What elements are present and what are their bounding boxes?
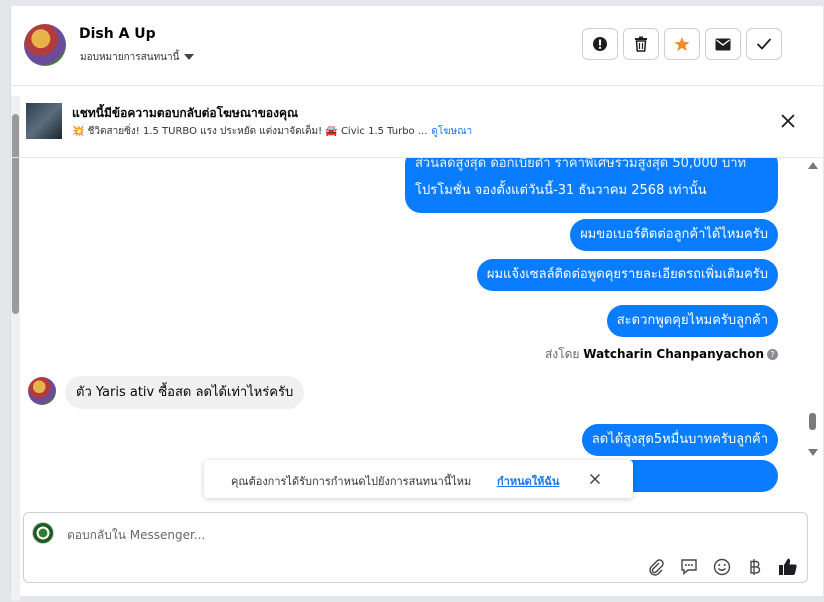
conversation-panel: Dish A Up มอบหมายการสนทนานี้ แชทนี้มีข้อ…	[10, 6, 823, 601]
assign-dropdown[interactable]: มอบหมายการสนทนานี้	[80, 50, 195, 65]
star-button[interactable]	[664, 28, 700, 60]
ad-banner-title: แชทนี้มีข้อความตอบกลับต่อโฆษณาของคุณ	[72, 106, 299, 120]
check-icon	[756, 38, 772, 50]
ad-description: 💥 ชีวิตสายซิ่ง! 1.5 TURBO แรง ประหยัด แต…	[72, 126, 428, 137]
contact-avatar-small[interactable]	[28, 377, 56, 405]
assign-to-me-link[interactable]: กำหนดให้ฉัน	[497, 472, 559, 490]
message-bubble-incoming[interactable]: ตัว Yaris ativ ซื้อสด ลดได้เท่าไหร่ครับ	[65, 376, 305, 409]
email-button[interactable]	[705, 28, 741, 60]
quick-reply-icon[interactable]	[679, 557, 699, 577]
close-icon[interactable]	[779, 112, 797, 130]
message-bubble-outgoing[interactable]: ผมแจ้งเซลล์ติดต่อพูดคุยรายละเอียดรถเพิ่ม…	[476, 259, 778, 291]
message-bubble-outgoing[interactable]: สะดวกพูดคุยไหมครับลูกค้า	[606, 305, 778, 337]
toast-message: คุณต้องการได้รับการกำหนดไปยังการสนทนานี้…	[231, 475, 472, 488]
star-icon	[674, 37, 690, 51]
conversation-header: Dish A Up มอบหมายการสนทนานี้	[11, 6, 823, 86]
info-icon[interactable]: ?	[767, 349, 778, 360]
assign-prompt-toast: คุณต้องการได้รับการกำหนดไปยังการสนทนานี้…	[204, 460, 633, 498]
ad-thumbnail[interactable]	[26, 103, 62, 139]
message-list: ส่วนลดสูงสุด ดอกเบี้ยต่ำ ราคาพิเศษรวมสูง…	[11, 158, 823, 498]
message-bubble-outgoing[interactable]: ลดได้สูงสุด5หมื่นบาทครับลูกค้า	[581, 424, 778, 456]
scroll-down-icon[interactable]	[808, 449, 818, 456]
close-icon[interactable]	[589, 473, 601, 485]
alert-icon	[593, 37, 607, 51]
view-ad-link[interactable]: ดูโฆษณา	[431, 126, 472, 137]
header-toolbar	[582, 28, 782, 60]
reply-input[interactable]: ตอบกลับใน Messenger...	[67, 526, 205, 545]
delete-button[interactable]	[623, 28, 659, 60]
mark-spam-button[interactable]	[582, 28, 618, 60]
chat-scrollbar[interactable]	[806, 158, 820, 463]
mail-icon	[715, 38, 731, 50]
reply-composer: ตอบกลับใน Messenger...	[23, 512, 808, 583]
contact-avatar[interactable]	[24, 24, 66, 66]
scroll-up-icon[interactable]	[808, 162, 818, 169]
message-bubble-outgoing[interactable]: ผมขอเบอร์ติดต่อลูกค้าได้ไหมครับ	[570, 219, 778, 251]
emoji-icon[interactable]	[712, 557, 732, 577]
ad-reply-banner: แชทนี้มีข้อความตอบกลับต่อโฆษณาของคุณ 💥 ช…	[11, 86, 823, 158]
assign-label: มอบหมายการสนทนานี้	[80, 52, 180, 63]
mark-done-button[interactable]	[746, 28, 782, 60]
chevron-down-icon	[184, 54, 195, 60]
trash-icon	[635, 36, 647, 52]
message-bubble-outgoing[interactable]: ส่วนลดสูงสุด ดอกเบี้ยต่ำ ราคาพิเศษรวมสูง…	[405, 158, 778, 213]
contact-name[interactable]: Dish A Up	[79, 26, 156, 42]
composer-actions	[646, 557, 798, 577]
sent-by-label: ส่งโดย Watcharin Chanpanyachon?	[545, 345, 778, 364]
chat-scrollbar-thumb[interactable]	[809, 413, 816, 430]
ad-banner-subtitle: 💥 ชีวิตสายซิ่ง! 1.5 TURBO แรง ประหยัด แต…	[72, 124, 472, 139]
sent-by-prefix: ส่งโดย	[544, 347, 580, 361]
sender-name: Watcharin Chanpanyachon	[583, 347, 764, 361]
like-icon[interactable]	[778, 557, 798, 577]
attach-icon[interactable]	[646, 557, 666, 577]
message-text: โปรโมชั่น จองตั้งแต่วันนี้-31 ธันวาคม 25…	[415, 183, 707, 198]
baht-icon[interactable]	[745, 557, 765, 577]
message-text: ส่วนลดสูงสุด ดอกเบี้ยต่ำ ราคาพิเศษรวมสูง…	[415, 158, 747, 171]
page-avatar	[32, 522, 54, 544]
